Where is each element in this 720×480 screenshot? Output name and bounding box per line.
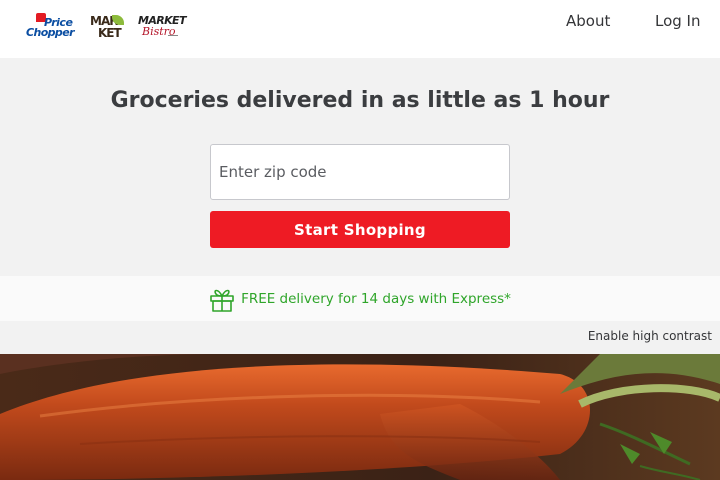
hero-headline: Groceries delivered in as little as 1 ho…	[110, 88, 610, 113]
price-chopper-logo[interactable]: Price Chopper	[26, 13, 80, 39]
market-bistro-logo-line2: Bistro	[142, 25, 176, 38]
promo-text: FREE delivery for 14 days with Express*	[241, 290, 511, 307]
retailer-logos: Price Chopper MAR KET MARKET Bistro	[26, 12, 186, 40]
high-contrast-toggle[interactable]: Enable high contrast	[588, 329, 712, 343]
site-header: Price Chopper MAR KET MARKET Bistro Abou…	[0, 0, 720, 58]
market-32-logo[interactable]: MAR KET	[90, 13, 128, 40]
market-bistro-logo[interactable]: MARKET Bistro	[138, 13, 186, 39]
zip-code-input[interactable]	[210, 144, 510, 200]
logo-underline	[168, 35, 178, 36]
login-link[interactable]: Log In	[655, 11, 701, 31]
market-32-logo-line2: KET	[98, 26, 122, 40]
start-shopping-button[interactable]: Start Shopping	[210, 211, 510, 248]
accessibility-bar: Enable high contrast	[0, 321, 720, 354]
price-chopper-logo-line2: Chopper	[26, 26, 75, 39]
gift-icon	[210, 289, 234, 312]
hero-photo	[0, 354, 720, 480]
promo-banner: FREE delivery for 14 days with Express*	[0, 276, 720, 321]
about-link[interactable]: About	[566, 11, 610, 31]
carrots-image	[0, 354, 720, 480]
